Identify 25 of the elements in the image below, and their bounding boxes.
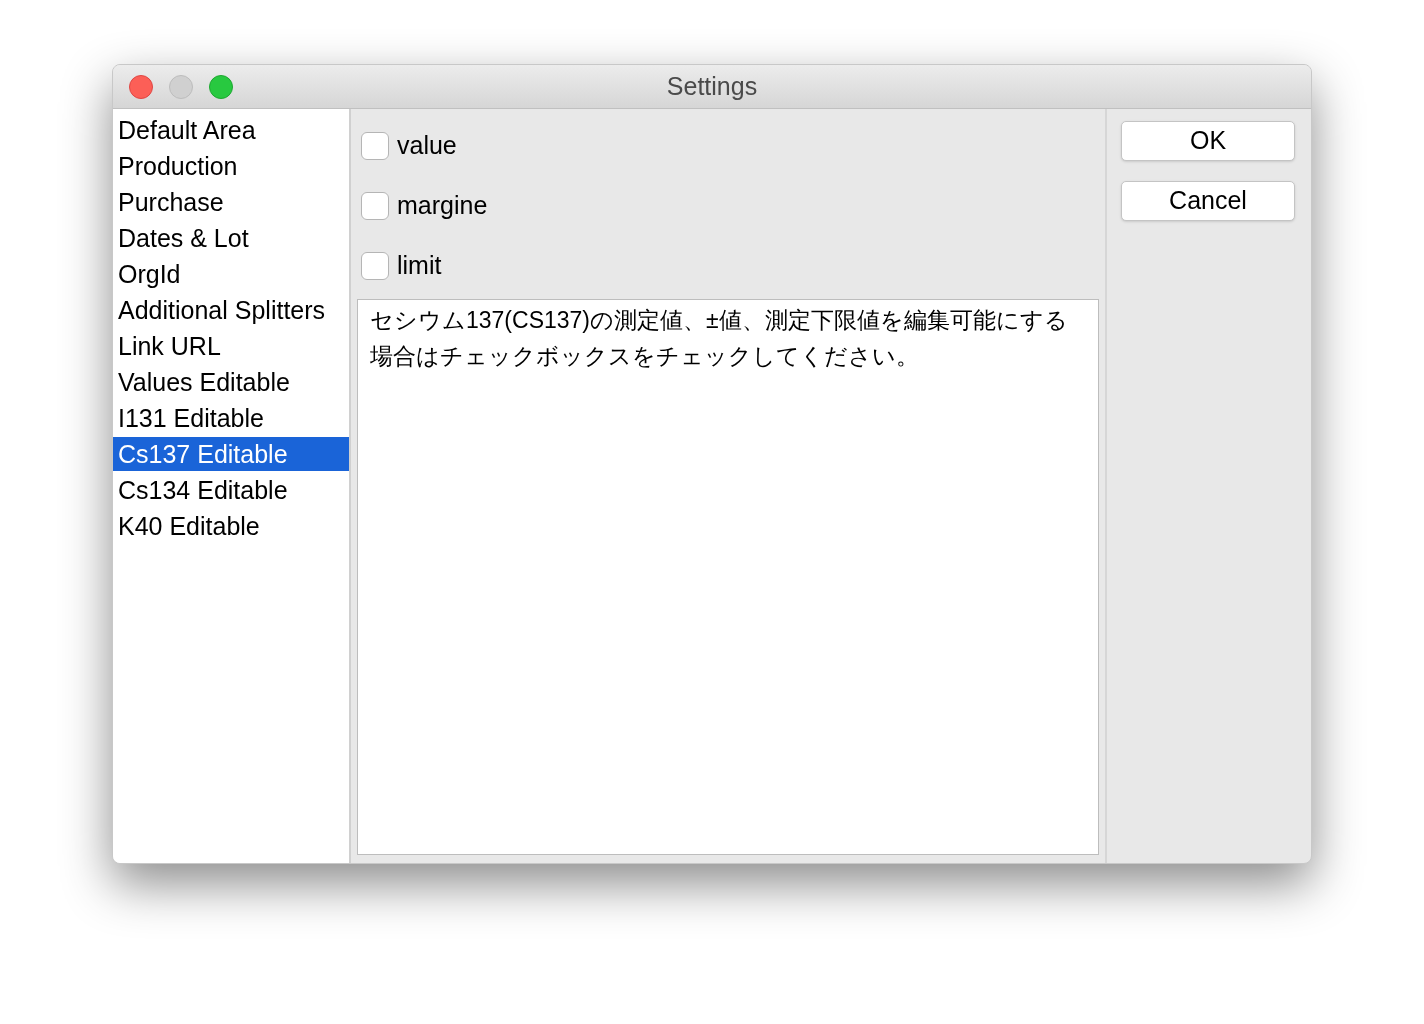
checkbox-label: value	[397, 130, 457, 162]
minimize-button[interactable]	[169, 74, 193, 99]
sidebar-item[interactable]: Link URL	[113, 329, 349, 363]
checkbox-label: margine	[397, 190, 488, 222]
window-title: Settings	[666, 70, 758, 102]
sidebar-item[interactable]: Purchase	[113, 185, 349, 219]
sidebar-item[interactable]: Cs134 Editable	[113, 473, 349, 507]
dialog-button[interactable]: Cancel	[1121, 181, 1295, 221]
sidebar-item[interactable]: OrgId	[113, 257, 349, 291]
checkbox[interactable]	[361, 252, 389, 280]
dialog-button[interactable]: OK	[1121, 121, 1295, 161]
checkbox[interactable]	[361, 192, 389, 220]
checkbox-label: limit	[397, 250, 442, 282]
sidebar-item[interactable]: Cs137 Editable	[113, 437, 349, 471]
sidebar-item[interactable]: Values Editable	[113, 365, 349, 399]
sidebar-item[interactable]: Production	[113, 149, 349, 183]
description-text: セシウム137(CS137)の測定値、±値、測定下限値を編集可能にする場合はチェックボックスをチェックしてください。	[357, 299, 1099, 855]
sidebar-item[interactable]: K40 Editable	[113, 509, 349, 543]
close-button[interactable]	[129, 74, 153, 99]
zoom-button[interactable]	[209, 74, 233, 99]
sidebar-item[interactable]: I131 Editable	[113, 401, 349, 435]
sidebar-item[interactable]: Additional Splitters	[113, 293, 349, 327]
sidebar-item[interactable]: Default Area	[113, 113, 349, 147]
checkbox[interactable]	[361, 132, 389, 160]
sidebar-item[interactable]: Dates & Lot	[113, 221, 349, 255]
